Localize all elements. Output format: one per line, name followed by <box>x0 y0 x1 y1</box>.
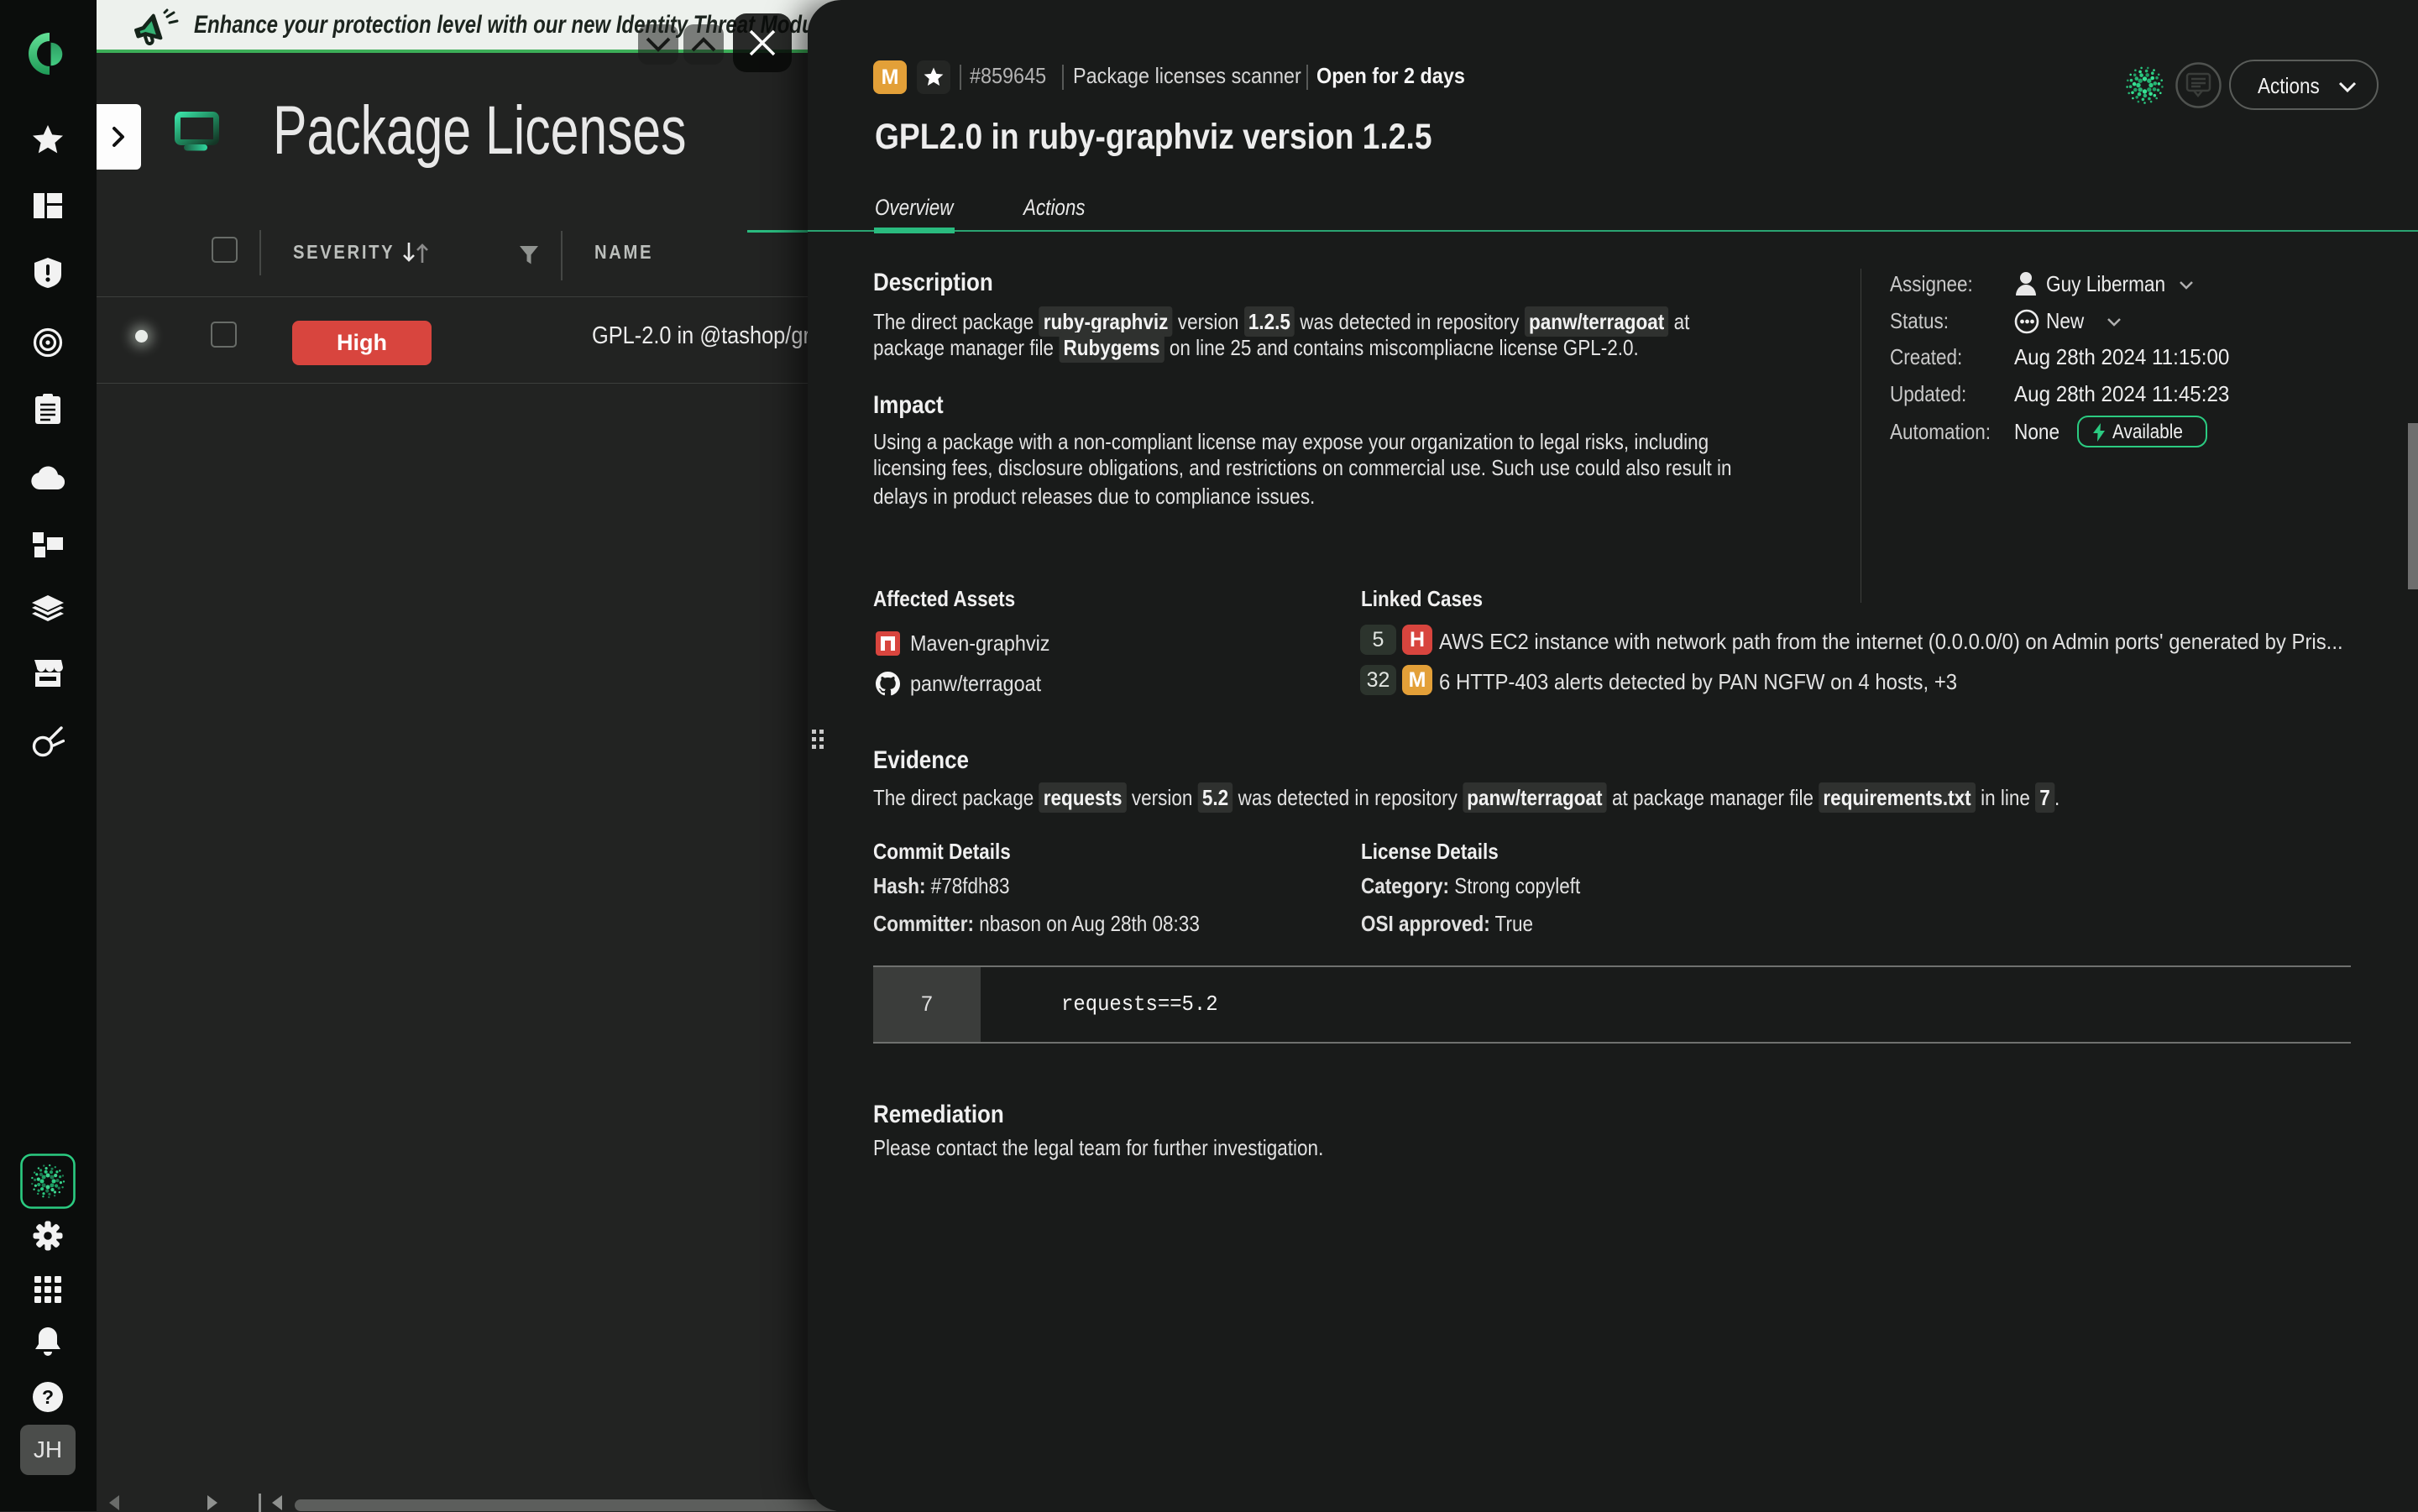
svg-text:?: ? <box>42 1386 54 1408</box>
